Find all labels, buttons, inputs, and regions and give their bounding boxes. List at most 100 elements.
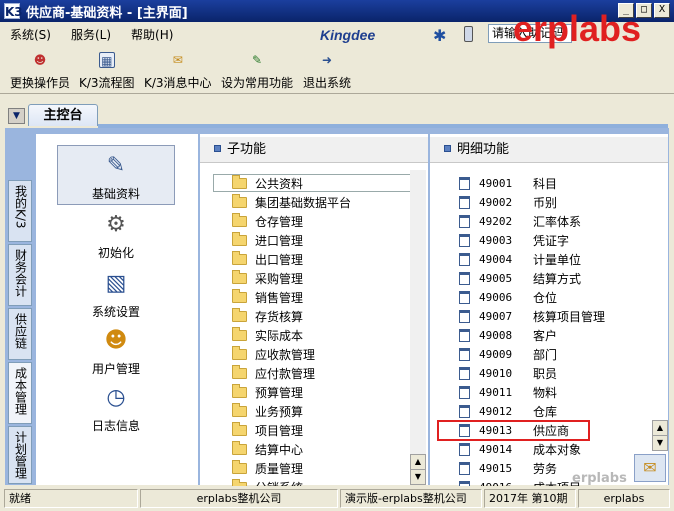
tree-item-label: 进口管理: [255, 233, 304, 248]
tree-item[interactable]: 仓存管理: [232, 212, 303, 230]
flowchart-button[interactable]: ▦ K/3流程图: [79, 52, 135, 91]
document-icon: [459, 462, 470, 475]
module-system-settings[interactable]: ▧ 系统设置: [57, 264, 175, 320]
watermark-text: erplabs: [513, 8, 642, 49]
document-icon: [459, 329, 470, 342]
folder-icon: [232, 174, 247, 189]
tree-item-label: 公共资料: [255, 176, 304, 191]
detail-name: 部门: [533, 348, 558, 362]
scroll-down-button[interactable]: ▼: [410, 469, 426, 485]
detail-scroll-up-button[interactable]: ▲: [652, 420, 668, 436]
tree-item[interactable]: 实际成本: [232, 326, 303, 344]
detail-item[interactable]: 49015 劳务: [459, 459, 557, 478]
folder-icon: [232, 326, 247, 341]
close-button[interactable]: X: [654, 3, 670, 18]
tree-item[interactable]: 集团基础数据平台: [232, 193, 351, 211]
computer-icon: ▧: [105, 270, 127, 296]
detail-item[interactable]: 49012 仓库: [459, 402, 557, 421]
detail-item[interactable]: 49007 核算项目管理: [459, 307, 605, 326]
detail-header-label: 明细功能: [457, 142, 510, 157]
detail-name: 结算方式: [533, 272, 582, 286]
tree-item-label: 采购管理: [255, 271, 304, 286]
person-icon[interactable]: ✱: [433, 26, 446, 45]
vtab-supply-chain[interactable]: 供应链: [8, 308, 32, 360]
clock-icon: ◷: [106, 384, 126, 410]
detail-code: 49012: [479, 405, 513, 418]
menu-system[interactable]: 系统(S): [0, 26, 61, 43]
module-basic-data[interactable]: ✎ 基础资料: [57, 145, 175, 205]
tree-item[interactable]: 结算中心: [232, 440, 303, 458]
tree-item[interactable]: 质量管理: [232, 459, 303, 477]
detail-item[interactable]: 49008 客户: [459, 326, 557, 345]
detail-item[interactable]: 49001 科目: [459, 174, 557, 193]
tree-item[interactable]: 应收款管理: [232, 345, 315, 363]
mail-icon[interactable]: ✉: [634, 454, 666, 482]
detail-name: 劳务: [533, 462, 558, 476]
exit-system-button[interactable]: ➜ 退出系统: [303, 52, 351, 91]
folder-icon: [232, 212, 247, 227]
tree-item-label: 出口管理: [255, 252, 304, 267]
scroll-up-button[interactable]: ▲: [410, 454, 426, 470]
vtab-finance[interactable]: 财务会计: [8, 244, 32, 306]
folder-icon: [232, 459, 247, 474]
tree-item[interactable]: 项目管理: [232, 421, 303, 439]
tree-item[interactable]: 销售管理: [232, 288, 303, 306]
detail-item[interactable]: 49005 结算方式: [459, 269, 581, 288]
favorite-icon: ✎: [251, 53, 263, 67]
document-icon: [459, 177, 470, 190]
detail-scroll-down-button[interactable]: ▼: [652, 435, 668, 451]
mobile-icon[interactable]: [464, 26, 473, 42]
tree-item[interactable]: 预算管理: [232, 383, 303, 401]
detail-item[interactable]: 49003 凭证字: [459, 231, 569, 250]
detail-code: 49010: [479, 367, 513, 380]
folder-icon: [232, 231, 247, 246]
folder-icon: [232, 383, 247, 398]
message-center-button[interactable]: ✉ K/3消息中心: [144, 52, 212, 91]
vtab-my-k3[interactable]: 我的K/3: [8, 180, 32, 242]
document-icon: [459, 291, 470, 304]
tree-item[interactable]: 出口管理: [232, 250, 303, 268]
tree-item[interactable]: 应付款管理: [232, 364, 315, 382]
tree-item-label: 质量管理: [255, 461, 304, 476]
detail-code: 49006: [479, 291, 513, 304]
status-period: 2017年 第10期: [484, 489, 576, 508]
set-favorite-button[interactable]: ✎ 设为常用功能: [221, 52, 293, 91]
document-icon: [459, 215, 470, 228]
detail-item[interactable]: 49004 计量单位: [459, 250, 581, 269]
tree-item-label: 应收款管理: [255, 347, 316, 362]
toolbar-label: 更换操作员: [10, 76, 71, 90]
window-title: 供应商-基础资料 - [主界面]: [26, 5, 188, 21]
detail-code: 49009: [479, 348, 513, 361]
detail-code: 49002: [479, 196, 513, 209]
menu-help[interactable]: 帮助(H): [121, 26, 183, 43]
module-log-info[interactable]: ◷ 日志信息: [57, 378, 175, 434]
detail-item[interactable]: 49002 币别: [459, 193, 557, 212]
tab-main-console[interactable]: 主控台: [28, 104, 98, 126]
detail-item[interactable]: 49202 汇率体系: [459, 212, 581, 231]
vtab-planning[interactable]: 计划管理: [8, 426, 32, 484]
tree-item[interactable]: 进口管理: [232, 231, 303, 249]
detail-item[interactable]: 49006 仓位: [459, 288, 557, 307]
tree-item[interactable]: 公共资料: [213, 174, 411, 192]
detail-item[interactable]: 49011 物料: [459, 383, 557, 402]
tree-item[interactable]: 业务预算: [232, 402, 303, 420]
detail-name: 仓库: [533, 405, 558, 419]
change-operator-button[interactable]: ☻ 更换操作员: [10, 52, 70, 91]
module-initialize[interactable]: ⚙ 初始化: [57, 205, 175, 261]
detail-item[interactable]: 49014 成本对象: [459, 440, 581, 459]
sub-function-scrollbar[interactable]: [410, 170, 426, 482]
document-icon: [459, 253, 470, 266]
module-label: 系统设置: [91, 305, 140, 319]
detail-code: 49015: [479, 462, 513, 475]
tree-item[interactable]: 采购管理: [232, 269, 303, 287]
menu-service[interactable]: 服务(L): [61, 26, 121, 43]
tree-item[interactable]: 存货核算: [232, 307, 303, 325]
vtab-cost[interactable]: 成本管理: [8, 362, 32, 424]
kingdee-brand: Kingdee: [320, 27, 376, 43]
detail-item[interactable]: 49009 部门: [459, 345, 557, 364]
detail-item[interactable]: 49010 职员: [459, 364, 557, 383]
chevron-down-icon[interactable]: ▼: [8, 108, 25, 124]
module-user-management[interactable]: ☻ 用户管理: [57, 321, 175, 377]
folder-icon: [232, 345, 247, 360]
tree-item-label: 实际成本: [255, 328, 304, 343]
